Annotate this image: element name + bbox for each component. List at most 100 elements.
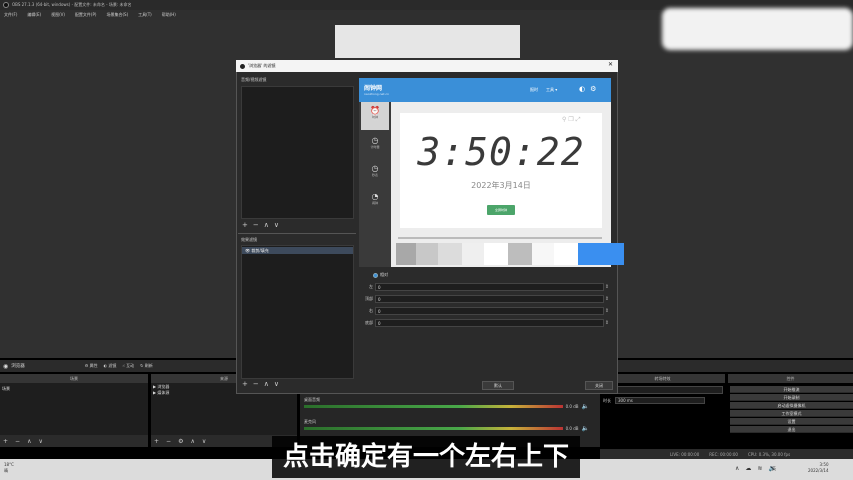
source-item[interactable]: ▶ 媒体源 xyxy=(153,390,169,396)
spinner-icon[interactable]: ⇕ xyxy=(604,283,610,291)
globe-icon: ◉ xyxy=(3,362,9,370)
speaker-icon[interactable]: 🔈 xyxy=(582,403,589,410)
theme-toggle-icon[interactable]: ◐ xyxy=(579,85,585,93)
settings-button[interactable]: 设置 xyxy=(730,418,853,425)
av-filters-list[interactable] xyxy=(241,86,354,219)
nav-tools[interactable]: 工具 ▾ xyxy=(546,87,557,93)
web-nav: 报时 工具 ▾ xyxy=(530,87,557,93)
selected-source-name: 浏览器 xyxy=(11,364,25,369)
relative-checkbox[interactable]: 相对 xyxy=(373,272,388,278)
move-up-icon[interactable]: ∧ xyxy=(264,380,269,388)
tray-icons: ∧ ☁ ≋ 🔈 xyxy=(735,465,776,472)
clock[interactable]: 3:50 2022/3/14 xyxy=(808,462,829,474)
remove-source-button[interactable]: − xyxy=(166,438,171,445)
weather-widget[interactable]: 18°C 晴 xyxy=(4,462,14,474)
web-domain: naozhong.net.cn xyxy=(364,92,390,96)
remove-filter-button[interactable]: − xyxy=(253,380,259,388)
eye-icon[interactable]: 👁 xyxy=(245,248,250,253)
spinner-icon[interactable]: ⇕ xyxy=(604,307,610,315)
menu-help[interactable]: 帮助(H) xyxy=(162,12,176,18)
defaults-button[interactable]: 默认 xyxy=(482,381,514,390)
move-down-icon[interactable]: ∨ xyxy=(38,438,42,445)
menu-edit[interactable]: 编辑(E) xyxy=(27,12,41,18)
duration-row: 时长 300 ms xyxy=(603,397,705,404)
relative-label: 相对 xyxy=(380,272,388,277)
db-value: 0.0 dB xyxy=(565,404,579,409)
duration-input[interactable]: 300 ms xyxy=(615,397,705,404)
fullscreen-icon[interactable]: ⤢ xyxy=(576,116,583,123)
color-swatch xyxy=(508,243,532,265)
color-swatch xyxy=(438,243,462,265)
effect-filter-item[interactable]: 👁 裁剪/填充 xyxy=(242,247,353,254)
wifi-icon[interactable]: ≋ xyxy=(757,465,762,472)
move-down-icon[interactable]: ∨ xyxy=(274,380,279,388)
side-item-timer[interactable]: ◷ 计时器 xyxy=(359,136,391,149)
weather-condition: 晴 xyxy=(4,468,8,473)
color-swatch xyxy=(532,243,554,265)
move-up-icon[interactable]: ∧ xyxy=(264,221,269,229)
copy-icon[interactable]: ❐ xyxy=(568,116,575,123)
input-language[interactable]: 英 xyxy=(772,466,776,472)
exit-button[interactable]: 退出 xyxy=(730,426,853,433)
move-up-icon[interactable]: ∧ xyxy=(190,438,194,445)
transitions-header: 转场特效 xyxy=(600,374,725,383)
dialog-title: '浏览器' 的滤镜 xyxy=(248,63,276,68)
add-scene-button[interactable]: + xyxy=(3,438,8,445)
scene-item[interactable]: 场景 xyxy=(2,386,10,392)
scenes-list[interactable] xyxy=(0,383,148,435)
effect-filters-list[interactable] xyxy=(241,245,354,379)
cpu-status: CPU: 0.3%, 30.00 fps xyxy=(747,451,791,457)
properties-button[interactable]: ⚙ 属性 xyxy=(85,363,98,369)
close-button[interactable]: 关闭 xyxy=(585,381,613,390)
speaker-icon[interactable]: 🔈 xyxy=(582,425,589,432)
timer-icon: ◷ xyxy=(371,136,379,145)
move-up-icon[interactable]: ∧ xyxy=(27,438,31,445)
remove-scene-button[interactable]: − xyxy=(15,438,20,445)
remove-filter-button[interactable]: − xyxy=(253,221,259,229)
video-subtitle: 点击确定有一个左右上下 xyxy=(272,436,580,478)
nav-chime[interactable]: 报时 xyxy=(530,87,538,93)
menu-profile[interactable]: 配置文件(P) xyxy=(75,12,97,18)
add-source-button[interactable]: + xyxy=(154,438,159,445)
studio-mode-button[interactable]: 工作室模式 xyxy=(730,410,853,417)
transition-select[interactable] xyxy=(603,386,723,394)
web-logo: 闹钟网 xyxy=(364,85,383,92)
start-recording-button[interactable]: 开始录制 xyxy=(730,394,853,401)
start-streaming-button[interactable]: 开始推流 xyxy=(730,386,853,393)
source-settings-icon[interactable]: ⚙ xyxy=(178,438,183,445)
rec-status: REC: 00:00:00 xyxy=(709,451,738,457)
close-icon[interactable]: ✕ xyxy=(608,61,613,68)
settings-icon[interactable]: ⚙ xyxy=(590,85,596,93)
bottom-input[interactable]: 0 xyxy=(375,318,604,327)
cloud-icon[interactable]: ☁ xyxy=(745,465,751,472)
fullscreen-clock-button[interactable]: 全屏时钟 xyxy=(487,205,515,215)
spinner-icon[interactable]: ⇕ xyxy=(604,295,610,303)
menu-scene-collection[interactable]: 场景集合(S) xyxy=(106,12,128,18)
menu-file[interactable]: 文件(F) xyxy=(4,12,17,18)
card-action-icons: ⚲❐⤢ xyxy=(562,116,583,124)
obs-logo-icon xyxy=(3,2,9,8)
add-filter-button[interactable]: + xyxy=(242,380,248,388)
move-down-icon[interactable]: ∨ xyxy=(202,438,206,445)
volume-meter xyxy=(304,405,563,408)
top-input[interactable]: 0 xyxy=(375,294,604,303)
menu-view[interactable]: 视图(V) xyxy=(51,12,65,18)
date: 2022/3/14 xyxy=(808,468,829,473)
right-input[interactable]: 0 xyxy=(375,306,604,315)
interact-button[interactable]: ☝ 互动 xyxy=(122,363,134,369)
filters-button[interactable]: ◐ 滤镜 xyxy=(104,363,117,369)
move-down-icon[interactable]: ∨ xyxy=(274,221,279,229)
left-input[interactable]: 0 xyxy=(375,282,604,291)
divider xyxy=(238,233,356,234)
menu-tools[interactable]: 工具(T) xyxy=(138,12,152,18)
side-item-clock-active[interactable]: ⏰ 时钟 xyxy=(361,106,389,119)
chevron-up-icon[interactable]: ∧ xyxy=(735,465,739,472)
side-item-stopwatch[interactable]: ◷ 秒表 xyxy=(359,164,391,177)
prop-right: 右 0 ⇕ xyxy=(369,306,610,315)
refresh-button[interactable]: ↻ 刷新 xyxy=(140,363,153,369)
add-filter-button[interactable]: + xyxy=(242,221,248,229)
side-item-alarm[interactable]: ◔ 闹钟 xyxy=(359,192,391,205)
start-virtual-camera-button[interactable]: 启动虚拟摄像机 xyxy=(730,402,853,409)
spinner-icon[interactable]: ⇕ xyxy=(604,319,610,327)
status-bar: LIVE: 00:00:00 REC: 00:00:00 CPU: 0.3%, … xyxy=(600,449,853,459)
